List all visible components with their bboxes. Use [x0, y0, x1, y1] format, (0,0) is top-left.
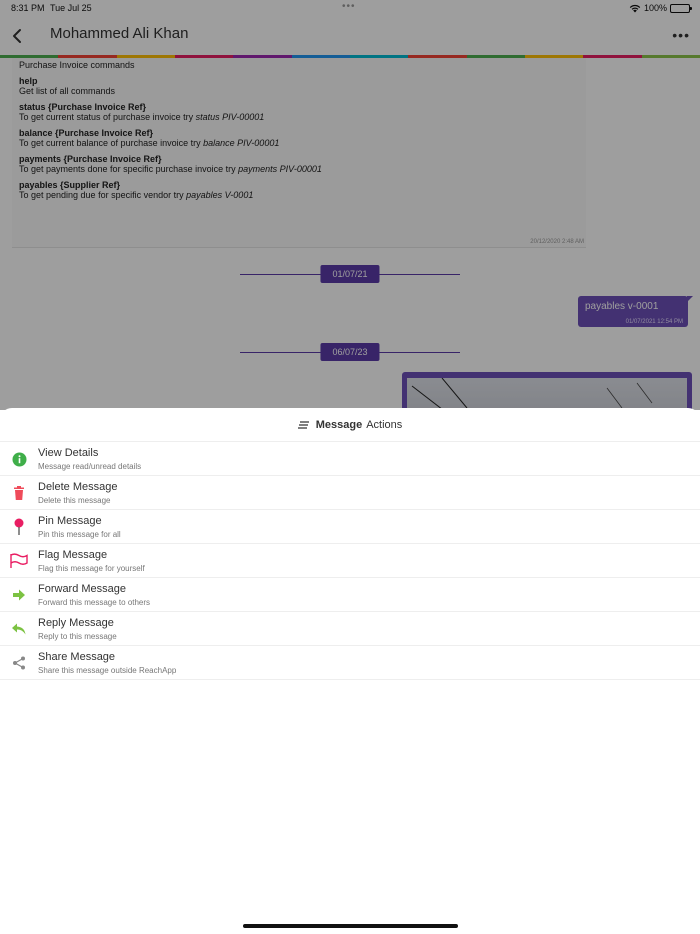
share-icon: [10, 654, 28, 672]
action-view-details[interactable]: View Details Message read/unread details: [0, 442, 700, 476]
trash-icon: [10, 484, 28, 502]
action-subtitle: Pin this message for all: [38, 530, 121, 539]
action-label: Pin Message: [38, 515, 102, 527]
reply-icon: [10, 620, 28, 638]
action-forward-message[interactable]: Forward Message Forward this message to …: [0, 578, 700, 612]
sheet-title-bold: Message: [315, 418, 363, 431]
message-actions-sheet: Message Actions View Details Message rea…: [0, 408, 700, 934]
action-label: View Details: [38, 447, 99, 459]
forward-arrow-icon: [10, 586, 28, 604]
action-delete-message[interactable]: Delete Message Delete this message: [0, 476, 700, 510]
action-subtitle: Message read/unread details: [38, 462, 142, 471]
sheet-title: Message Actions: [0, 408, 700, 442]
modal-backdrop[interactable]: [0, 0, 700, 410]
action-reply-message[interactable]: Reply Message Reply to this message: [0, 612, 700, 646]
info-icon: [10, 450, 28, 468]
action-subtitle: Reply to this message: [38, 632, 117, 641]
action-label: Forward Message: [38, 583, 127, 595]
action-flag-message[interactable]: Flag Message Flag this message for yours…: [0, 544, 700, 578]
action-label: Reply Message: [38, 617, 114, 629]
action-label: Flag Message: [38, 549, 108, 561]
pin-icon: [10, 518, 28, 536]
action-subtitle: Forward this message to others: [38, 598, 151, 607]
menu-lines-icon: [297, 420, 309, 429]
action-label: Share Message: [38, 651, 116, 663]
home-indicator[interactable]: [243, 924, 458, 928]
action-subtitle: Flag this message for yourself: [38, 564, 145, 573]
action-label: Delete Message: [38, 481, 118, 493]
action-share-message[interactable]: Share Message Share this message outside…: [0, 646, 700, 680]
action-pin-message[interactable]: Pin Message Pin this message for all: [0, 510, 700, 544]
sheet-title-rest: Actions: [366, 418, 403, 431]
flag-icon: [10, 552, 28, 570]
action-subtitle: Delete this message: [38, 496, 111, 505]
action-subtitle: Share this message outside ReachApp: [38, 666, 177, 675]
